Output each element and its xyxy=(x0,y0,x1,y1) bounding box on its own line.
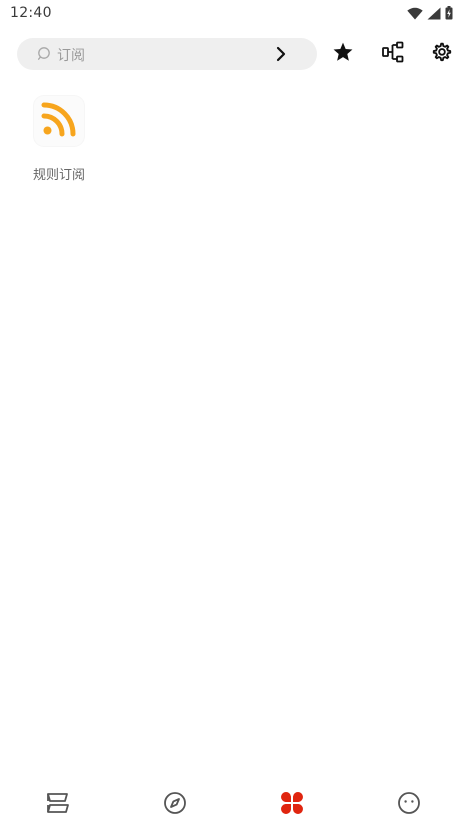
favorites-button[interactable] xyxy=(331,42,355,66)
cellular-signal-icon xyxy=(427,7,441,20)
settings-button[interactable] xyxy=(430,42,454,66)
search-box[interactable]: 订阅 xyxy=(17,38,317,70)
four-leaf-icon xyxy=(280,791,304,819)
status-bar: 12:40 xyxy=(0,0,467,26)
bottom-nav xyxy=(0,785,467,825)
battery-charging-icon xyxy=(445,6,453,20)
search-icon xyxy=(37,46,53,66)
bookshelf-icon xyxy=(45,792,71,818)
wifi-icon xyxy=(407,7,423,20)
chevron-right-icon[interactable] xyxy=(275,46,287,66)
group-tree-button[interactable] xyxy=(381,41,405,67)
top-bar: 订阅 xyxy=(0,38,467,70)
status-icons xyxy=(407,6,453,20)
grid-item-rule-subscription[interactable]: 规则订阅 xyxy=(20,96,98,183)
nav-item-my[interactable] xyxy=(350,785,467,825)
rule-subscription-tile[interactable] xyxy=(34,96,84,146)
tree-structure-icon xyxy=(382,41,404,67)
search-placeholder: 订阅 xyxy=(57,48,85,64)
nav-item-subscriptions[interactable] xyxy=(234,785,351,825)
star-icon xyxy=(332,41,354,67)
grid-item-label: 规则订阅 xyxy=(32,168,85,183)
smiley-face-icon xyxy=(397,791,421,819)
gear-icon xyxy=(432,42,452,66)
compass-icon xyxy=(163,791,187,819)
nav-item-bookshelf[interactable] xyxy=(0,785,117,825)
app-screen: 12:40 订阅 规则订阅 xyxy=(0,0,467,830)
status-time: 12:40 xyxy=(10,5,52,21)
rss-icon xyxy=(41,101,77,141)
nav-item-explore[interactable] xyxy=(117,785,234,825)
